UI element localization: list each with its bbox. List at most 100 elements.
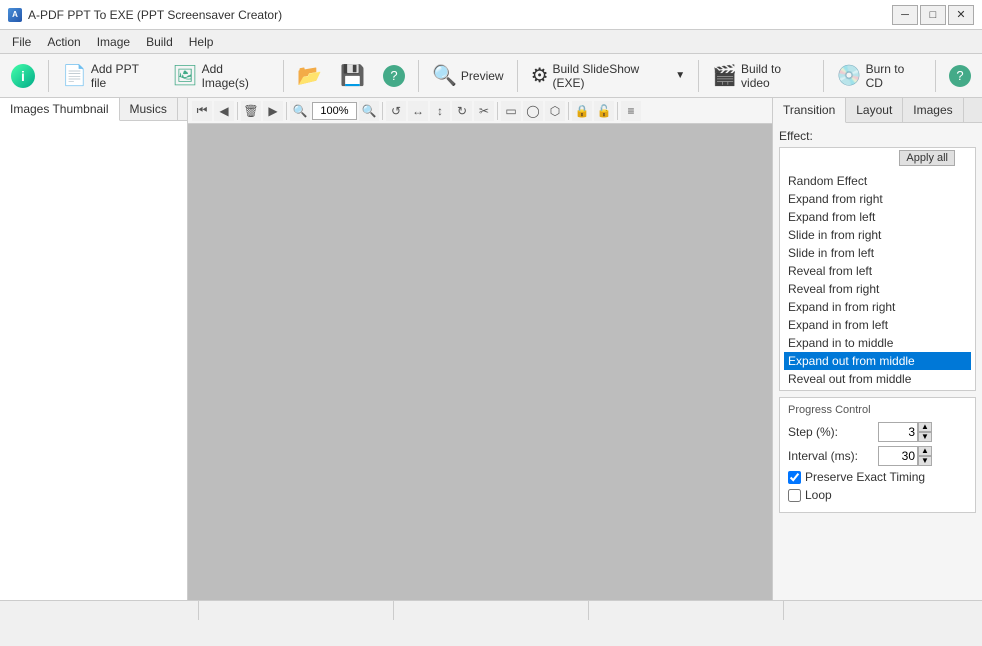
effect-item[interactable]: Reveal out from middle — [784, 370, 971, 388]
title-bar-left: A A-PDF PPT To EXE (PPT Screensaver Crea… — [8, 8, 282, 22]
tab-images[interactable]: Images — [903, 98, 963, 122]
interval-down-btn[interactable]: ▼ — [918, 456, 932, 466]
step-input[interactable] — [878, 422, 918, 442]
step-down-btn[interactable]: ▼ — [918, 432, 932, 442]
effect-item[interactable]: Slide in from left — [784, 244, 971, 262]
status-2 — [199, 601, 394, 620]
first-btn[interactable]: ⏮ — [192, 101, 212, 121]
maximize-button[interactable]: □ — [920, 5, 946, 25]
effect-item[interactable]: Reveal from right — [784, 280, 971, 298]
effect-list[interactable]: Random EffectExpand from rightExpand fro… — [780, 170, 975, 390]
menu-help[interactable]: Help — [181, 33, 222, 51]
burn-cd-button[interactable]: 💿 Burn to CD — [830, 58, 929, 94]
preserve-timing-checkbox[interactable] — [788, 471, 801, 484]
menu-build[interactable]: Build — [138, 33, 181, 51]
effect-item[interactable]: Expand in from right — [784, 298, 971, 316]
zoom-control: 🔍 🔍 — [290, 101, 379, 121]
tab-images-thumbnail[interactable]: Images Thumbnail — [0, 98, 120, 121]
add-ppt-label: Add PPT file — [91, 62, 154, 90]
circle-btn[interactable]: ◯ — [523, 101, 543, 121]
zoom-in-btn[interactable]: 🔍 — [359, 101, 379, 121]
zoom-out-btn[interactable]: 🔍 — [290, 101, 310, 121]
rotate-left-btn[interactable]: ↺ — [386, 101, 406, 121]
toolbar-sep-4 — [517, 60, 518, 92]
close-button[interactable]: ✕ — [948, 5, 974, 25]
edit-toolbar: ⏮ ◀ 🗑 ▶ 🔍 🔍 ↺ ↔ ↕ ↻ ✂ ▭ ◯ ⬡ 🔒 🔓 — [188, 98, 772, 124]
toolbar-sep-1 — [48, 60, 49, 92]
title-bar-controls: ─ □ ✕ — [892, 5, 974, 25]
interval-input[interactable] — [878, 446, 918, 466]
tab-layout[interactable]: Layout — [846, 98, 903, 122]
interval-spinner-btns: ▲ ▼ — [918, 446, 932, 466]
build-video-button[interactable]: 🎬 Build to video — [705, 58, 817, 94]
progress-control-section: Progress Control Step (%): ▲ ▼ Interval … — [779, 397, 976, 513]
center-area: ⏮ ◀ 🗑 ▶ 🔍 🔍 ↺ ↔ ↕ ↻ ✂ ▭ ◯ ⬡ 🔒 🔓 — [188, 98, 772, 600]
effect-item[interactable]: Expand from right — [784, 190, 971, 208]
effect-item[interactable]: Reveal from left — [784, 262, 971, 280]
burn-label: Burn to CD — [866, 62, 922, 90]
edit-sep-2 — [286, 102, 287, 120]
app-icon: A — [8, 8, 22, 22]
status-1 — [4, 601, 199, 620]
toolbar-sep-3 — [418, 60, 419, 92]
effect-container: Apply all Random EffectExpand from right… — [779, 147, 976, 391]
lock-btn[interactable]: 🔒 — [572, 101, 592, 121]
menu-file[interactable]: File — [4, 33, 39, 51]
help-icon-button[interactable]: i — [4, 60, 42, 92]
menu-bar: File Action Image Build Help — [0, 30, 982, 54]
about-icon: ? — [949, 65, 971, 87]
effect-item[interactable]: Expand out from middle — [784, 352, 971, 370]
interval-label: Interval (ms): — [788, 449, 878, 463]
effect-item[interactable]: Expand from left — [784, 208, 971, 226]
step-up-btn[interactable]: ▲ — [918, 422, 932, 432]
loop-checkbox[interactable] — [788, 489, 801, 502]
preserve-timing-row: Preserve Exact Timing — [788, 470, 967, 484]
interval-spinner: ▲ ▼ — [878, 446, 932, 466]
rotate-right-btn[interactable]: ↻ — [452, 101, 472, 121]
build-slideshow-button[interactable]: ⚙ Build SlideShow (EXE) ▼ — [524, 58, 693, 94]
add-ppt-button[interactable]: 📄 Add PPT file — [55, 58, 161, 94]
toolbar-sep-5 — [698, 60, 699, 92]
loop-row: Loop — [788, 488, 967, 502]
tab-musics[interactable]: Musics — [120, 98, 178, 120]
progress-control-title: Progress Control — [788, 404, 967, 416]
apply-all-button[interactable]: Apply all — [899, 150, 955, 166]
save-button[interactable]: 💾 — [333, 59, 372, 92]
effect-label: Effect: — [779, 129, 976, 143]
edit-sep-6 — [617, 102, 618, 120]
open-button[interactable]: 📂 — [290, 59, 329, 92]
toolbar-sep-2 — [283, 60, 284, 92]
effect-item[interactable]: Random Effect — [784, 172, 971, 190]
next-btn2[interactable]: ▶ — [263, 101, 283, 121]
add-image-button[interactable]: 🖼 Add Image(s) — [165, 58, 277, 94]
help-button[interactable]: ? — [376, 61, 412, 91]
tab-transition[interactable]: Transition — [773, 98, 846, 123]
about-button[interactable]: ? — [942, 61, 978, 91]
menu-action[interactable]: Action — [39, 33, 88, 51]
unlock-btn[interactable]: 🔓 — [594, 101, 614, 121]
effect-item[interactable]: Reveal in from sides — [784, 388, 971, 390]
flip-h-btn[interactable]: ↔ — [408, 101, 428, 121]
preview-button[interactable]: 🔍 Preview — [425, 59, 511, 92]
status-5 — [784, 601, 978, 620]
prev-btn[interactable]: ◀ — [214, 101, 234, 121]
effect-item[interactable]: Expand in to middle — [784, 334, 971, 352]
interval-up-btn[interactable]: ▲ — [918, 446, 932, 456]
left-tabs: Images Thumbnail Musics — [0, 98, 187, 121]
canvas[interactable] — [188, 124, 772, 600]
effect-item[interactable]: Slide in from right — [784, 226, 971, 244]
zoom-input[interactable] — [312, 102, 357, 120]
flip-v-btn[interactable]: ↕ — [430, 101, 450, 121]
layers-btn[interactable]: ≡ — [621, 101, 641, 121]
info-icon: i — [11, 64, 35, 88]
shape-btn[interactable]: ⬡ — [545, 101, 565, 121]
preview-label: Preview — [461, 69, 504, 83]
rect-btn[interactable]: ▭ — [501, 101, 521, 121]
status-4 — [589, 601, 784, 620]
crop-btn[interactable]: ✂ — [474, 101, 494, 121]
delete-btn[interactable]: 🗑 — [241, 101, 261, 121]
title-bar: A A-PDF PPT To EXE (PPT Screensaver Crea… — [0, 0, 982, 30]
menu-image[interactable]: Image — [89, 33, 138, 51]
minimize-button[interactable]: ─ — [892, 5, 918, 25]
effect-item[interactable]: Expand in from left — [784, 316, 971, 334]
